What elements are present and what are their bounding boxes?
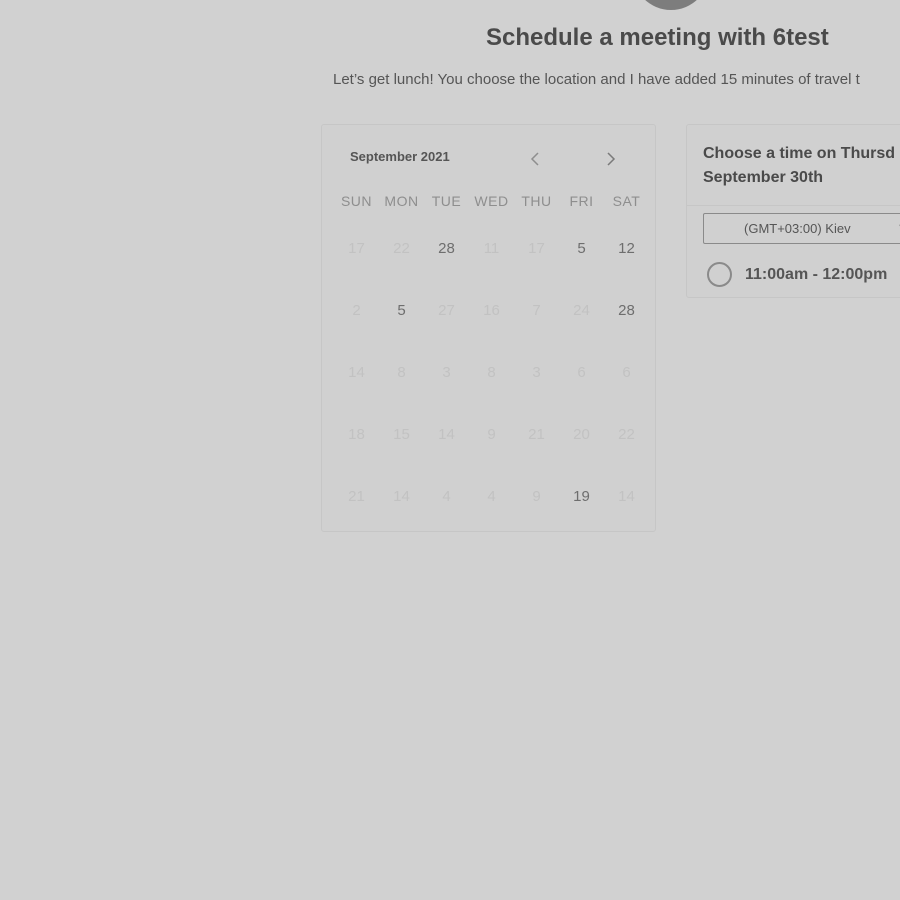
calendar-month-label: September 2021	[350, 149, 450, 164]
calendar-day-unavailable: 9	[487, 426, 496, 443]
calendar-week-row: 17 22 28 11 17 5 12	[334, 227, 649, 289]
calendar-day-unavailable: 6	[622, 364, 631, 381]
calendar-day-unavailable: 16	[483, 302, 500, 319]
calendar-day-unavailable: 21	[528, 426, 545, 443]
calendar-day-unavailable: 9	[532, 488, 541, 505]
calendar-week-row: 14 8 3 8 3 6 6	[334, 351, 649, 413]
weekday-label: THU	[521, 193, 552, 209]
calendar-day-available[interactable]: 19	[559, 475, 604, 505]
calendar-day-available[interactable]: 12	[604, 227, 649, 257]
calendar-day-unavailable: 11	[483, 240, 500, 257]
next-month-button[interactable]	[600, 149, 620, 169]
timezone-value: (GMT+03:00) Kiev	[744, 221, 851, 236]
calendar-day-unavailable: 6	[577, 364, 586, 381]
calendar-day-unavailable: 22	[393, 240, 410, 257]
calendar-day-unavailable: 4	[487, 488, 496, 505]
calendar-day-unavailable: 18	[348, 426, 365, 443]
time-slot-option[interactable]: 11:00am - 12:00pm	[707, 262, 887, 287]
calendar-day-unavailable: 17	[528, 240, 545, 257]
calendar-day-unavailable: 3	[442, 364, 451, 381]
calendar-day-unavailable: 17	[348, 240, 365, 257]
calendar-day-available[interactable]: 5	[559, 227, 604, 257]
time-panel-title-line1: Choose a time on Thursd	[703, 145, 896, 162]
radio-button[interactable]	[707, 262, 732, 287]
calendar-day-available[interactable]: 28	[424, 227, 469, 257]
page-title: Schedule a meeting with 6test	[486, 24, 829, 51]
time-slot-panel: Choose a time on Thursd September 30th (…	[686, 124, 900, 298]
weekday-label: WED	[474, 193, 509, 209]
calendar-day-unavailable: 2	[352, 302, 361, 319]
calendar-day-unavailable: 14	[618, 488, 635, 505]
time-slot-label: 11:00am - 12:00pm	[745, 265, 888, 283]
calendar-day-unavailable: 7	[532, 302, 541, 319]
calendar-day-unavailable: 15	[393, 426, 410, 443]
weekday-header: SUN MON TUE WED THU FRI SAT	[334, 193, 649, 209]
calendar-day-unavailable: 8	[487, 364, 496, 381]
avatar	[632, 0, 710, 10]
calendar-day-unavailable: 22	[618, 426, 635, 443]
calendar-day-unavailable: 24	[573, 302, 590, 319]
calendar-week-row: 21 14 4 4 9 19 14	[334, 475, 649, 537]
time-panel-title: Choose a time on Thursd September 30th	[703, 142, 895, 190]
weekday-label: FRI	[569, 193, 594, 209]
chevron-right-icon	[607, 152, 616, 166]
calendar-day-unavailable: 3	[532, 364, 541, 381]
calendar-day-unavailable: 21	[348, 488, 365, 505]
calendar: September 2021 SUN MON TUE WED THU FRI S…	[321, 124, 656, 532]
weekday-label: SAT	[612, 193, 641, 209]
divider	[687, 205, 900, 206]
calendar-day-available[interactable]: 28	[604, 289, 649, 319]
calendar-grid: 17 22 28 11 17 5 12 2 5 27 16 7 24 28 14 8 3 8 3 6 6 18 15 14 9 2…	[334, 227, 649, 537]
time-panel-title-line2: September 30th	[703, 169, 824, 186]
chevron-left-icon	[530, 152, 539, 166]
calendar-day-available[interactable]: 5	[379, 289, 424, 319]
calendar-day-unavailable: 14	[348, 364, 365, 381]
timezone-select[interactable]: (GMT+03:00) Kiev ▼	[703, 213, 900, 244]
calendar-week-row: 18 15 14 9 21 20 22	[334, 413, 649, 475]
calendar-day-unavailable: 14	[393, 488, 410, 505]
weekday-label: SUN	[340, 193, 373, 209]
calendar-day-unavailable: 14	[438, 426, 455, 443]
previous-month-button[interactable]	[526, 149, 546, 169]
meeting-description: Let’s get lunch! You choose the location…	[333, 71, 860, 88]
calendar-day-unavailable: 4	[442, 488, 451, 505]
calendar-day-unavailable: 27	[438, 302, 455, 319]
weekday-label: TUE	[431, 193, 462, 209]
calendar-day-unavailable: 20	[573, 426, 590, 443]
calendar-week-row: 2 5 27 16 7 24 28	[334, 289, 649, 351]
weekday-label: MON	[384, 193, 419, 209]
calendar-day-unavailable: 8	[397, 364, 406, 381]
